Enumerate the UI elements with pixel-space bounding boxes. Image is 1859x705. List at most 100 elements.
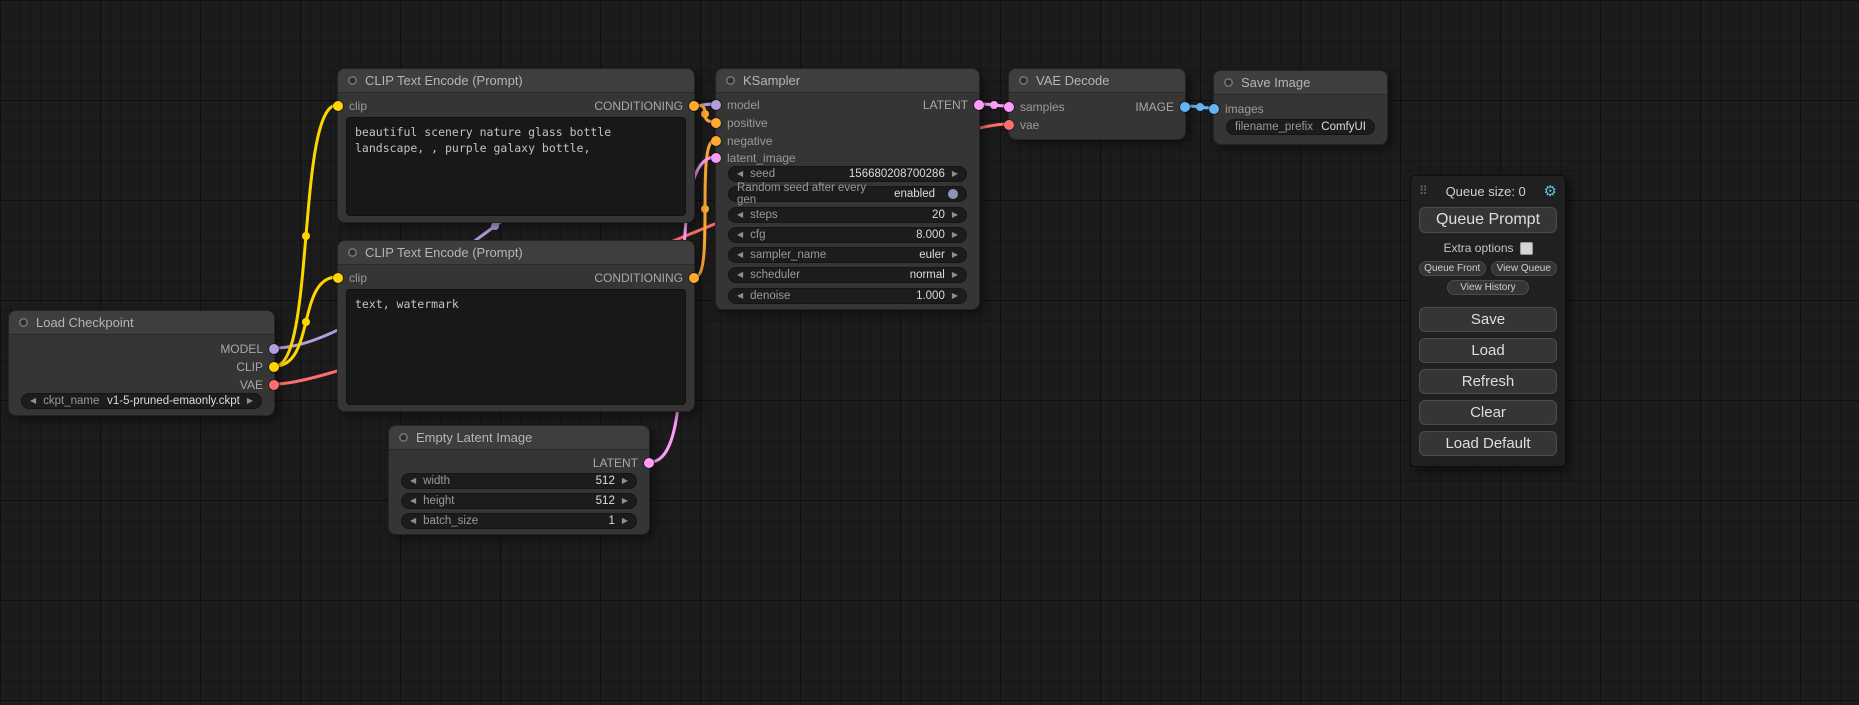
latent-image-input-dot[interactable]: [711, 153, 721, 163]
prompt-textarea[interactable]: beautiful scenery nature glass bottle la…: [346, 117, 686, 216]
clear-button[interactable]: Clear: [1419, 400, 1557, 425]
node-ksampler[interactable]: KSampler model positive negative latent_…: [715, 68, 980, 310]
widget-filename-prefix[interactable]: filename_prefix ComfyUI: [1226, 119, 1375, 135]
widget-value: ComfyUI: [1321, 121, 1366, 133]
clip-output-dot[interactable]: [269, 362, 279, 372]
conditioning-output-dot[interactable]: [689, 273, 699, 283]
node-title-bar[interactable]: Load Checkpoint: [9, 311, 274, 335]
positive-input-dot[interactable]: [711, 118, 721, 128]
node-clip-text-encode-negative[interactable]: CLIP Text Encode (Prompt) clip CONDITION…: [337, 240, 695, 412]
model-output-dot[interactable]: [269, 344, 279, 354]
decrement-arrow-icon[interactable]: ◀: [30, 397, 36, 405]
decrement-arrow-icon[interactable]: ◀: [410, 497, 416, 505]
input-slot-latent-image: latent_image: [711, 149, 796, 167]
model-input-dot[interactable]: [711, 100, 721, 110]
node-collapse-dot[interactable]: [348, 76, 357, 85]
decrement-arrow-icon[interactable]: ◀: [737, 292, 743, 300]
node-title-bar[interactable]: VAE Decode: [1009, 69, 1185, 93]
node-collapse-dot[interactable]: [1224, 78, 1233, 87]
load-button[interactable]: Load: [1419, 338, 1557, 363]
negative-input-dot[interactable]: [711, 136, 721, 146]
input-slot-clip: clip: [333, 97, 367, 115]
increment-arrow-icon[interactable]: ▶: [622, 477, 628, 485]
widget-cfg[interactable]: ◀ cfg 8.000 ▶: [728, 227, 967, 243]
decrement-arrow-icon[interactable]: ◀: [737, 170, 743, 178]
decrement-arrow-icon[interactable]: ◀: [737, 211, 743, 219]
node-title-bar[interactable]: Empty Latent Image: [389, 426, 649, 450]
decrement-arrow-icon[interactable]: ◀: [410, 477, 416, 485]
node-collapse-dot[interactable]: [348, 248, 357, 257]
node-empty-latent-image[interactable]: Empty Latent Image LATENT ◀ width 512 ▶ …: [388, 425, 650, 535]
widget-scheduler[interactable]: ◀ scheduler normal ▶: [728, 267, 967, 283]
graph-canvas[interactable]: Load Checkpoint MODEL CLIP VAE ◀ ckpt_na…: [0, 0, 1859, 705]
conditioning-output-dot[interactable]: [689, 101, 699, 111]
decrement-arrow-icon[interactable]: ◀: [737, 271, 743, 279]
widget-ckpt-name[interactable]: ◀ ckpt_name v1-5-pruned-emaonly.ckpt ▶: [21, 393, 262, 409]
widget-width[interactable]: ◀ width 512 ▶: [401, 473, 637, 489]
decrement-arrow-icon[interactable]: ◀: [737, 251, 743, 259]
queue-size-label: Queue size: 0: [1428, 184, 1544, 199]
output-slot-conditioning: CONDITIONING: [594, 97, 699, 115]
view-history-button[interactable]: View History: [1447, 280, 1529, 295]
widget-seed[interactable]: ◀ seed 156680208700286 ▶: [728, 166, 967, 182]
latent-output-dot[interactable]: [644, 458, 654, 468]
decrement-arrow-icon[interactable]: ◀: [410, 517, 416, 525]
clip-input-dot[interactable]: [333, 273, 343, 283]
save-button[interactable]: Save: [1419, 307, 1557, 332]
decrement-arrow-icon[interactable]: ◀: [737, 231, 743, 239]
widget-steps[interactable]: ◀ steps 20 ▶: [728, 207, 967, 223]
node-title-bar[interactable]: Save Image: [1214, 71, 1387, 95]
widget-value: normal: [910, 269, 945, 281]
node-load-checkpoint[interactable]: Load Checkpoint MODEL CLIP VAE ◀ ckpt_na…: [8, 310, 275, 416]
vae-input-dot[interactable]: [1004, 120, 1014, 130]
node-vae-decode[interactable]: VAE Decode samples vae IMAGE: [1008, 68, 1186, 140]
node-save-image[interactable]: Save Image images filename_prefix ComfyU…: [1213, 70, 1388, 145]
queue-menu-panel: ⠿ Queue size: 0 ⚙ Queue Prompt Extra opt…: [1410, 175, 1566, 467]
increment-arrow-icon[interactable]: ▶: [952, 292, 958, 300]
slot-label: CONDITIONING: [594, 271, 683, 285]
slot-label: CLIP: [236, 360, 263, 374]
widget-random-seed-toggle[interactable]: Random seed after every gen enabled: [728, 186, 967, 202]
clip-input-dot[interactable]: [333, 101, 343, 111]
refresh-button[interactable]: Refresh: [1419, 369, 1557, 394]
input-slot-vae: vae: [1004, 116, 1039, 134]
increment-arrow-icon[interactable]: ▶: [952, 211, 958, 219]
queue-front-button[interactable]: Queue Front: [1419, 261, 1486, 276]
node-collapse-dot[interactable]: [726, 76, 735, 85]
node-collapse-dot[interactable]: [19, 318, 28, 327]
increment-arrow-icon[interactable]: ▶: [622, 517, 628, 525]
node-collapse-dot[interactable]: [399, 433, 408, 442]
prompt-textarea[interactable]: text, watermark: [346, 289, 686, 405]
image-output-dot[interactable]: [1180, 102, 1190, 112]
vae-output-dot[interactable]: [269, 380, 279, 390]
latent-output-dot[interactable]: [974, 100, 984, 110]
widget-denoise[interactable]: ◀ denoise 1.000 ▶: [728, 288, 967, 304]
output-slot-clip: CLIP: [236, 358, 279, 376]
increment-arrow-icon[interactable]: ▶: [952, 271, 958, 279]
widget-label: Random seed after every gen: [737, 182, 887, 206]
settings-gear-icon[interactable]: ⚙: [1544, 184, 1557, 199]
widget-value: 156680208700286: [849, 168, 945, 180]
load-default-button[interactable]: Load Default: [1419, 431, 1557, 456]
increment-arrow-icon[interactable]: ▶: [247, 397, 253, 405]
toggle-knob[interactable]: [948, 189, 958, 199]
node-collapse-dot[interactable]: [1019, 76, 1028, 85]
node-clip-text-encode-positive[interactable]: CLIP Text Encode (Prompt) clip CONDITION…: [337, 68, 695, 223]
samples-input-dot[interactable]: [1004, 102, 1014, 112]
widget-height[interactable]: ◀ height 512 ▶: [401, 493, 637, 509]
widget-sampler-name[interactable]: ◀ sampler_name euler ▶: [728, 247, 967, 263]
node-title-bar[interactable]: KSampler: [716, 69, 979, 93]
queue-pill-row: Queue Front View Queue: [1419, 261, 1557, 276]
extra-options-checkbox[interactable]: [1520, 242, 1533, 255]
images-input-dot[interactable]: [1209, 104, 1219, 114]
queue-prompt-button[interactable]: Queue Prompt: [1419, 207, 1557, 233]
increment-arrow-icon[interactable]: ▶: [952, 251, 958, 259]
widget-batch-size[interactable]: ◀ batch_size 1 ▶: [401, 513, 637, 529]
increment-arrow-icon[interactable]: ▶: [622, 497, 628, 505]
node-title-bar[interactable]: CLIP Text Encode (Prompt): [338, 69, 694, 93]
drag-handle-icon[interactable]: ⠿: [1419, 184, 1428, 198]
node-title-bar[interactable]: CLIP Text Encode (Prompt): [338, 241, 694, 265]
increment-arrow-icon[interactable]: ▶: [952, 170, 958, 178]
increment-arrow-icon[interactable]: ▶: [952, 231, 958, 239]
view-queue-button[interactable]: View Queue: [1491, 261, 1558, 276]
